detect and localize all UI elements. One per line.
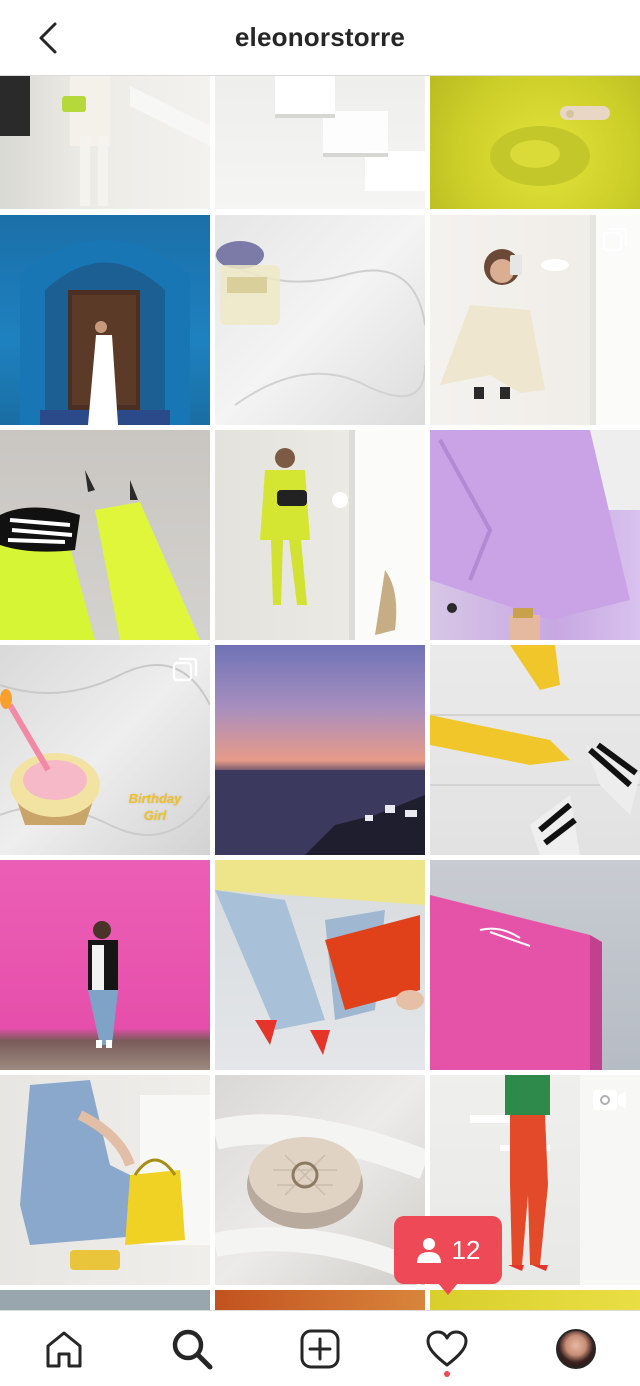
post-thumbnail[interactable] bbox=[0, 1290, 210, 1310]
person-icon bbox=[416, 1238, 441, 1263]
avatar bbox=[556, 1329, 596, 1369]
notification-count: 12 bbox=[451, 1234, 481, 1265]
heart-icon bbox=[426, 1330, 468, 1367]
nav-activity[interactable] bbox=[423, 1327, 471, 1371]
girl-line: Girl bbox=[143, 808, 167, 823]
nav-home[interactable] bbox=[40, 1327, 88, 1371]
post-thumbnail[interactable] bbox=[0, 860, 210, 1070]
post-thumbnail[interactable] bbox=[430, 860, 640, 1070]
post-image bbox=[430, 645, 640, 855]
activity-indicator-dot bbox=[444, 1371, 450, 1377]
nav-profile[interactable] bbox=[552, 1327, 600, 1371]
post-thumbnail[interactable] bbox=[215, 645, 425, 855]
carousel-icon bbox=[602, 227, 628, 252]
post-thumbnail[interactable] bbox=[215, 430, 425, 640]
post-thumbnail[interactable] bbox=[215, 1290, 425, 1310]
post-image bbox=[20, 240, 190, 425]
post-thumbnail[interactable] bbox=[0, 1075, 210, 1285]
post-thumbnail[interactable]: Birthday Girl bbox=[0, 645, 210, 855]
birthday-overlay-text: Birthday Girl bbox=[118, 790, 192, 824]
post-image bbox=[215, 860, 425, 1055]
post-thumbnail[interactable] bbox=[430, 645, 640, 855]
video-icon bbox=[593, 1090, 626, 1110]
post-thumbnail[interactable] bbox=[0, 215, 210, 425]
add-post-icon bbox=[300, 1329, 340, 1369]
home-icon bbox=[46, 1331, 82, 1368]
post-thumbnail[interactable] bbox=[215, 76, 425, 209]
post-thumbnail[interactable] bbox=[430, 76, 640, 209]
post-image bbox=[0, 470, 200, 640]
nav-search[interactable] bbox=[168, 1327, 216, 1371]
top-bar: eleonorstorre bbox=[0, 0, 640, 76]
posts-grid: Birthday Girl bbox=[0, 76, 640, 1310]
nav-create[interactable] bbox=[296, 1327, 344, 1371]
post-image bbox=[275, 76, 425, 191]
post-image bbox=[430, 430, 640, 640]
bottom-navigation bbox=[0, 1310, 640, 1386]
post-thumbnail[interactable] bbox=[430, 430, 640, 640]
post-thumbnail[interactable] bbox=[215, 860, 425, 1070]
post-image bbox=[490, 106, 610, 186]
post-image bbox=[215, 770, 425, 855]
post-thumbnail[interactable] bbox=[0, 76, 210, 209]
birthday-line: Birthday bbox=[128, 791, 182, 806]
page-title: eleonorstorre bbox=[234, 22, 406, 52]
post-image bbox=[20, 1080, 210, 1270]
post-thumbnail[interactable] bbox=[215, 215, 425, 425]
post-image bbox=[0, 76, 210, 206]
follower-notification-bubble[interactable]: 12 bbox=[394, 1216, 502, 1295]
post-thumbnail[interactable] bbox=[0, 430, 210, 640]
post-image bbox=[260, 430, 425, 640]
post-thumbnail[interactable] bbox=[430, 1290, 640, 1310]
post-image bbox=[88, 921, 118, 1048]
post-thumbnail[interactable] bbox=[430, 215, 640, 425]
search-icon bbox=[172, 1329, 213, 1370]
post-image bbox=[430, 895, 602, 1070]
carousel-icon bbox=[172, 657, 198, 682]
post-image bbox=[215, 241, 425, 406]
